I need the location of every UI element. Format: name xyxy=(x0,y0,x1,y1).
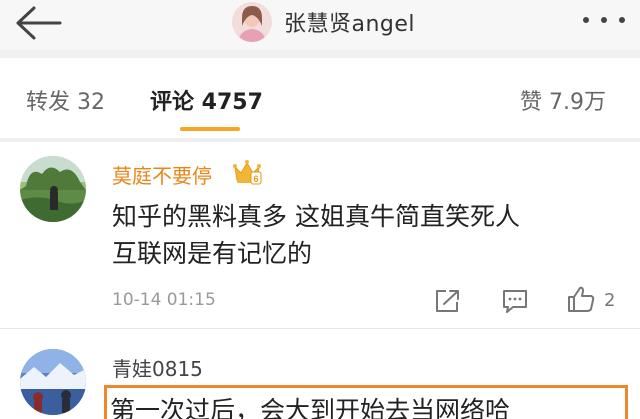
comment-line: 知乎的黑料真多 这姐真牛简直笑死人 xyxy=(112,202,520,231)
profile-title[interactable]: 张慧贤angel xyxy=(232,2,415,42)
comment-text: 知乎的黑料真多 这姐真牛简直笑死人 互联网是有记忆的 xyxy=(112,198,520,272)
reply-button[interactable] xyxy=(501,288,529,314)
comment-item: 莫庭不要停 6 知乎的黑料真多 这姐真牛简直笑死人 互联网是有记忆的 10-14… xyxy=(0,142,640,329)
tab-comments[interactable]: 评论 4757 xyxy=(150,84,263,116)
header-divider xyxy=(0,50,640,58)
back-arrow-icon xyxy=(16,6,62,40)
avatar[interactable] xyxy=(20,156,86,222)
tab-bar: 转发 32 评论 4757 赞 7.9万 xyxy=(0,58,640,138)
comment-item: 青娃0815 第一次过后，会大到开始去当网络哈 xyxy=(0,329,640,419)
comment-username[interactable]: 莫庭不要停 xyxy=(112,160,212,189)
comment-timestamp: 10-14 01:15 xyxy=(112,290,216,310)
like-count: 2 xyxy=(604,290,616,311)
share-button[interactable] xyxy=(434,288,462,314)
tab-reposts[interactable]: 转发 32 xyxy=(26,84,105,116)
comment-text: 第一次过后，会大到开始去当网络哈 xyxy=(110,396,511,419)
comment-icon xyxy=(503,290,527,313)
comment-username[interactable]: 青娃0815 xyxy=(112,353,203,382)
svg-text:6: 6 xyxy=(253,174,258,184)
active-tab-indicator xyxy=(180,127,240,131)
back-button[interactable] xyxy=(12,4,64,42)
like-button[interactable] xyxy=(566,284,596,314)
tab-likes[interactable]: 赞 7.9万 xyxy=(520,84,606,116)
avatar[interactable] xyxy=(20,349,86,415)
more-button[interactable] xyxy=(578,8,630,32)
more-dots-icon xyxy=(583,17,625,23)
page-title: 张慧贤angel xyxy=(284,12,416,37)
comment-line: 互联网是有记忆的 xyxy=(112,239,313,268)
thumbs-up-icon xyxy=(568,286,595,312)
avatar[interactable] xyxy=(232,2,272,42)
vip-crown-icon: 6 xyxy=(232,158,262,186)
top-bar: 张慧贤angel xyxy=(0,0,640,50)
share-icon xyxy=(436,290,459,312)
